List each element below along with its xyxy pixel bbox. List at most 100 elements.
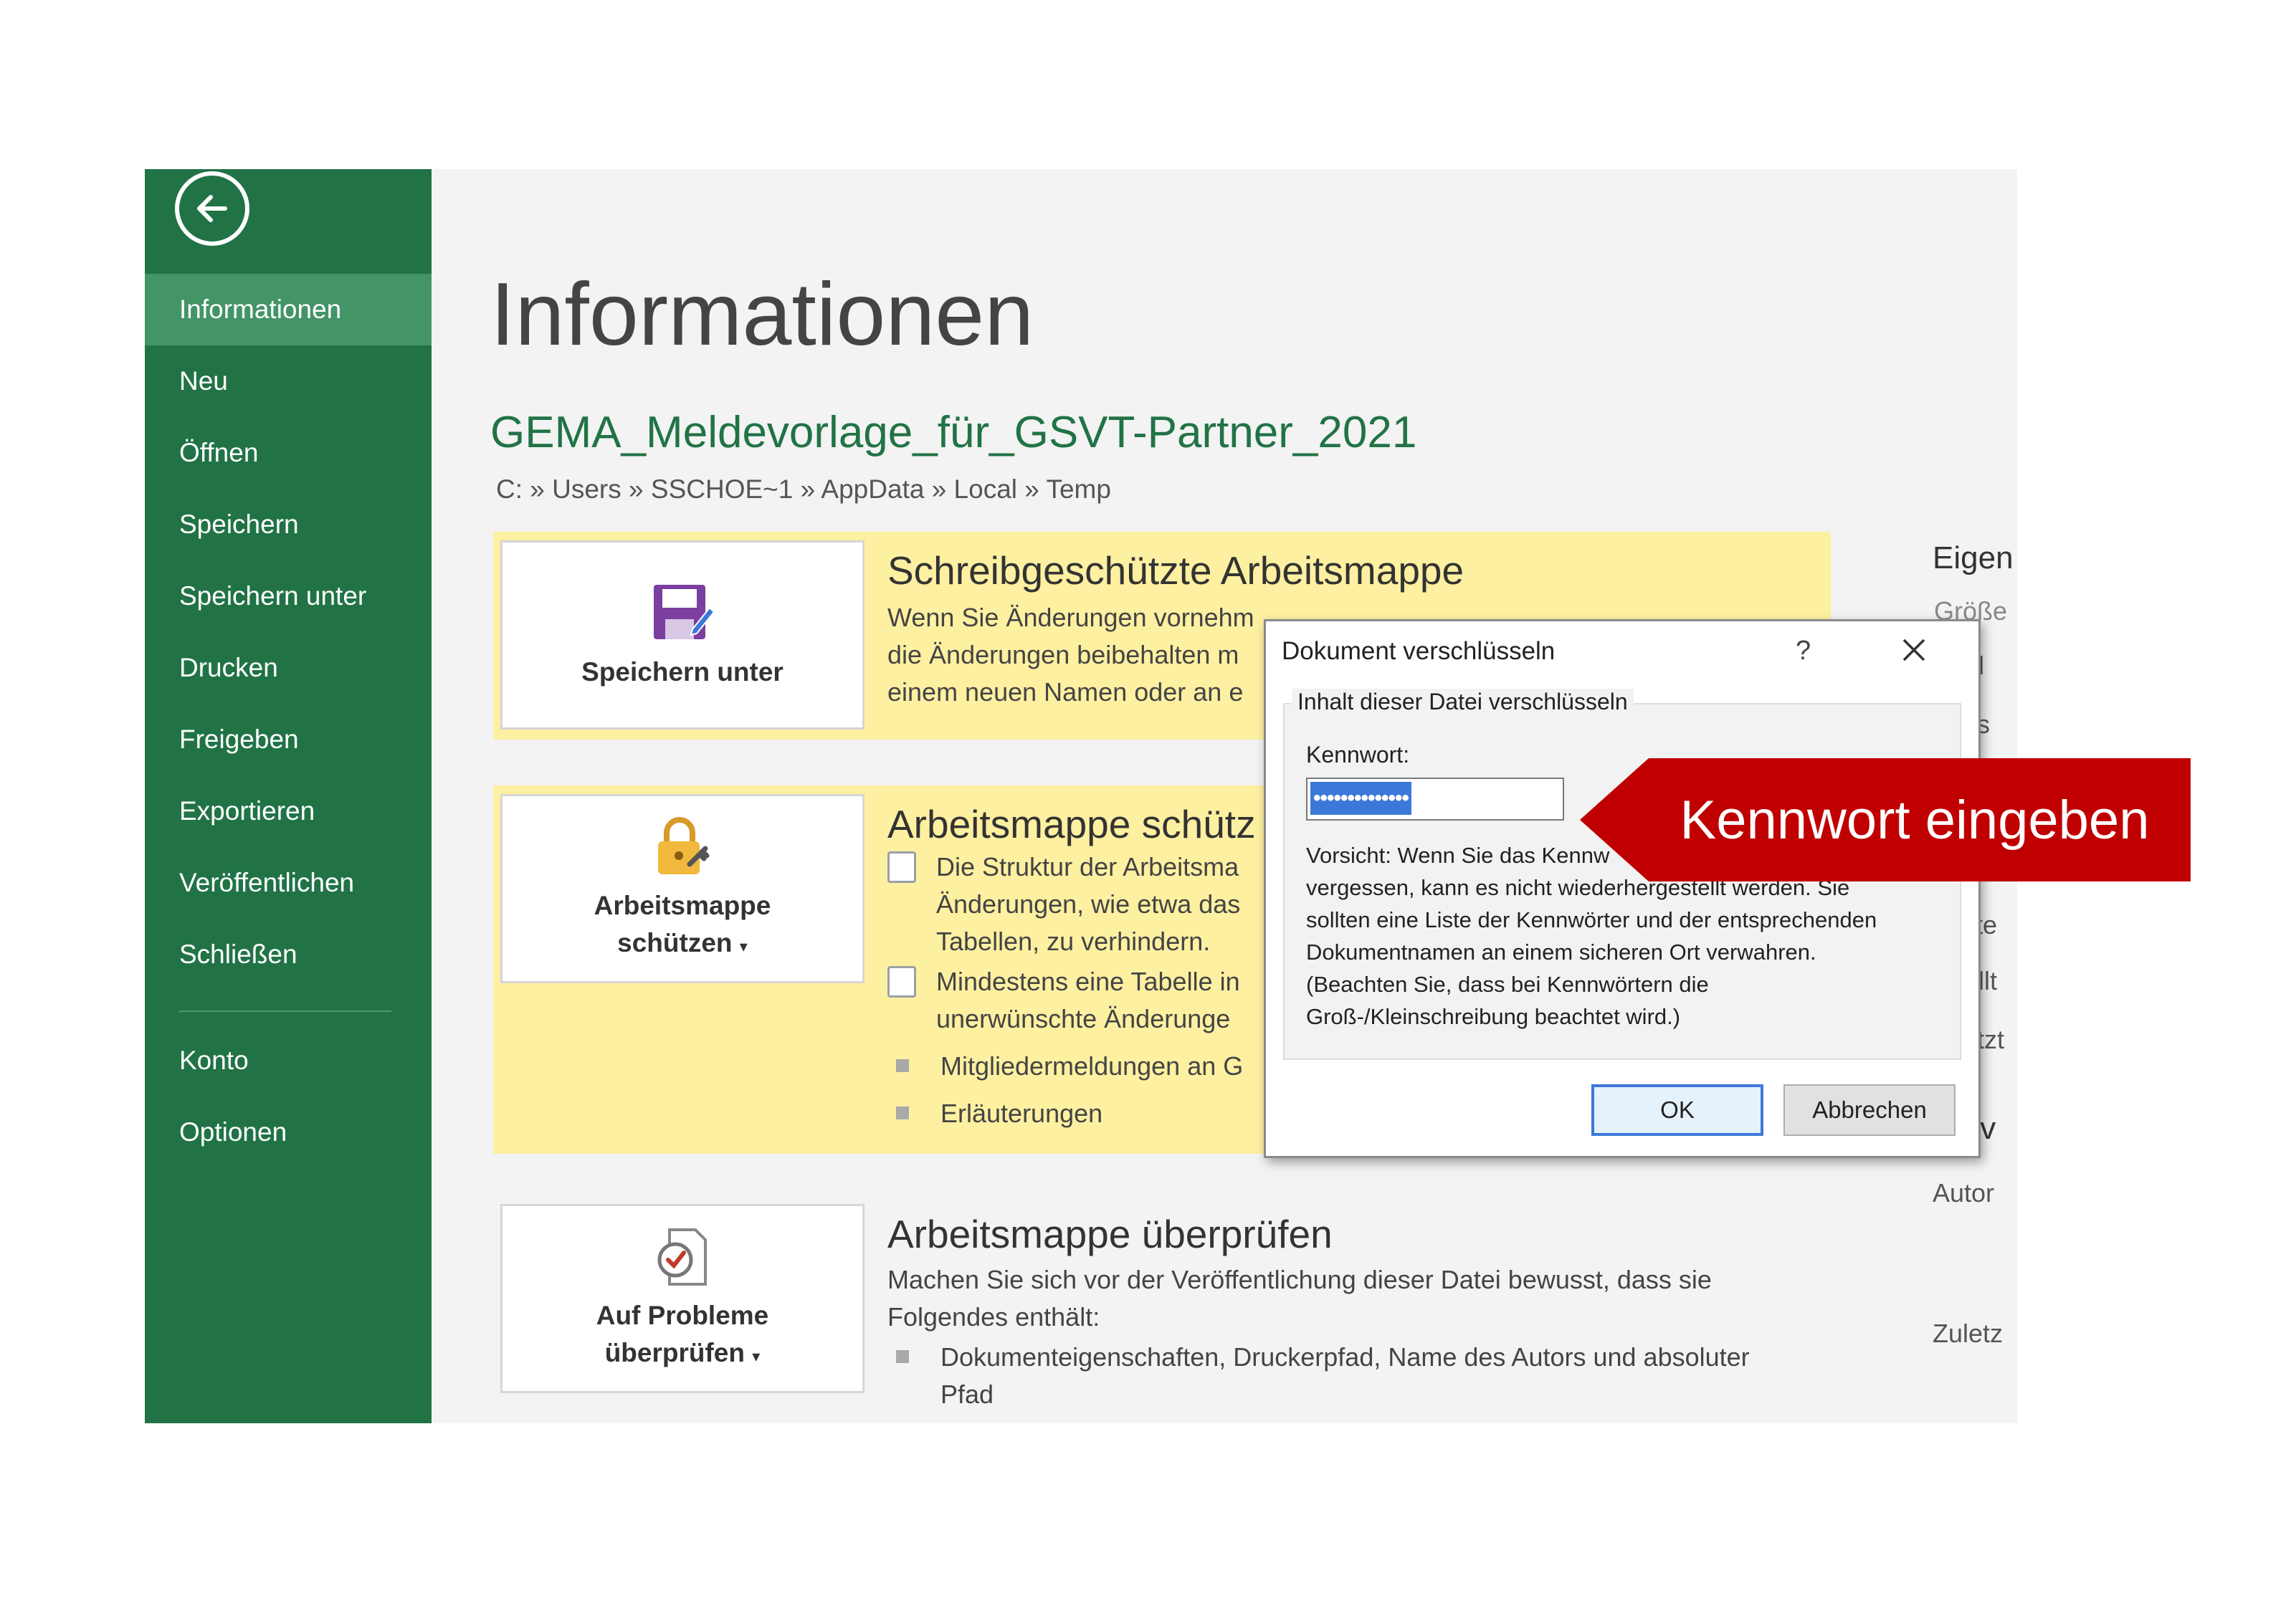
nav-label: Optionen xyxy=(179,1117,287,1147)
inspect-line: Machen Sie sich vor der Veröffentlichung… xyxy=(887,1265,1712,1294)
bullet-line: Pfad xyxy=(940,1380,994,1409)
file-path: C: » Users » SSCHOE~1 » AppData » Local … xyxy=(496,474,1111,504)
nav-informationen[interactable]: Informationen xyxy=(145,274,432,345)
nav-schliessen[interactable]: Schließen xyxy=(145,919,432,990)
nav-label: Veröffentlichen xyxy=(179,868,355,897)
help-button[interactable]: ? xyxy=(1796,636,1811,666)
inspect-heading: Arbeitsmappe überprüfen xyxy=(887,1212,1333,1256)
nav-label: Informationen xyxy=(179,295,342,324)
check-label-text: überprüfen xyxy=(604,1337,745,1367)
bullet-line: Dokumenteigenschaften, Druckerpfad, Name… xyxy=(940,1342,1750,1372)
bullet-line: Änderungen, wie etwa das xyxy=(936,889,1241,919)
lock-key-icon xyxy=(658,816,710,874)
arrow-left-icon xyxy=(197,195,227,222)
protect-bullet: Die Struktur der Arbeitsma Änderungen, w… xyxy=(887,849,1243,960)
password-label: Kennwort: xyxy=(1306,742,1410,768)
check-label-line-2: überprüfen ▾ xyxy=(596,1334,769,1375)
bullet-line: Erläuterungen xyxy=(940,1099,1103,1128)
nav-exportieren[interactable]: Exportieren xyxy=(145,775,432,847)
dropdown-arrow-icon: ▾ xyxy=(739,937,748,955)
protect-plain-bullet: Erläuterungen xyxy=(887,1095,1243,1132)
property-label: Zuletz xyxy=(1933,1319,2004,1348)
backstage-sidebar: Informationen Neu Öffnen Speichern Speic… xyxy=(145,169,432,1423)
protect-bullet-text: Mindestens eine Tabelle in unerwünschte … xyxy=(936,963,1240,1038)
inspect-text: Machen Sie sich vor der Veröffentlichung… xyxy=(887,1261,1750,1413)
protect-plain-bullet: Mitgliedermeldungen an G xyxy=(887,1048,1243,1085)
back-button[interactable] xyxy=(175,171,249,246)
nav-label: Öffnen xyxy=(179,438,259,467)
protect-bullet: Mindestens eine Tabelle in unerwünschte … xyxy=(887,963,1243,1038)
bullet-line: Mitgliedermeldungen an G xyxy=(940,1051,1244,1081)
nav-label: Speichern xyxy=(179,510,299,539)
nav-neu[interactable]: Neu xyxy=(145,345,432,417)
nav-divider xyxy=(179,1010,391,1012)
file-name: GEMA_Meldevorlage_für_GSVT-Partner_2021 xyxy=(490,408,1417,457)
nav-speichern[interactable]: Speichern xyxy=(145,489,432,560)
inspect-bullet: Dokumenteigenschaften, Druckerpfad, Name… xyxy=(887,1339,1750,1413)
bullet-line: Mindestens eine Tabelle in xyxy=(936,967,1240,996)
nav-label: Konto xyxy=(179,1046,249,1075)
page-title: Informationen xyxy=(490,265,1034,364)
group-label: Inhalt dieser Datei verschlüsseln xyxy=(1292,689,1634,715)
nav-oeffnen[interactable]: Öffnen xyxy=(145,417,432,489)
dialog-title: Dokument verschlüsseln xyxy=(1282,637,1556,665)
dropdown-arrow-icon: ▾ xyxy=(752,1347,761,1365)
check-label-line: Auf Probleme xyxy=(596,1300,769,1330)
password-value: •••••••••••••• xyxy=(1310,782,1412,815)
protect-bullet-text: Die Struktur der Arbeitsma Änderungen, w… xyxy=(936,849,1240,960)
warning-line: (Beachten Sie, dass bei Kennwörtern die xyxy=(1306,972,1709,997)
bullet-square xyxy=(896,1350,909,1363)
close-button[interactable] xyxy=(1892,628,1935,671)
nav-label: Speichern unter xyxy=(179,581,367,611)
inspect-document-icon xyxy=(657,1228,707,1286)
close-icon xyxy=(1902,639,1925,661)
nav-label: Drucken xyxy=(179,653,278,682)
password-input[interactable]: •••••••••••••• xyxy=(1306,778,1564,821)
ok-button[interactable]: OK xyxy=(1591,1084,1763,1136)
bullet-line: Tabellen, zu verhindern. xyxy=(936,927,1211,956)
readonly-line: die Änderungen beibehalten m xyxy=(887,640,1239,669)
nav-speichern-unter[interactable]: Speichern unter xyxy=(145,560,432,632)
property-label: Autor xyxy=(1933,1178,1995,1208)
bullet-line: unerwünschte Änderunge xyxy=(936,1004,1231,1033)
readonly-heading: Schreibgeschützte Arbeitsmappe xyxy=(887,548,1464,593)
save-as-icon xyxy=(654,585,715,639)
readonly-line: einem neuen Namen oder an e xyxy=(887,677,1244,707)
callout-text: Kennwort eingeben xyxy=(1680,789,2150,851)
check-issues-label: Auf Probleme überprüfen ▾ xyxy=(596,1297,769,1375)
nav-veroeffentlichen[interactable]: Veröffentlichen xyxy=(145,847,432,919)
bullet-line: Die Struktur der Arbeitsma xyxy=(936,852,1239,881)
properties-heading: Eigen xyxy=(1933,540,2014,575)
sheet-lock-icon xyxy=(887,966,916,998)
nav-konto[interactable]: Konto xyxy=(145,1025,432,1096)
nav-label: Schließen xyxy=(179,940,297,969)
nav-label: Neu xyxy=(179,366,228,396)
warning-line: sollten eine Liste der Kennwörter und de… xyxy=(1306,907,1877,932)
warning-line: Groß-/Kleinschreibung beachtet wird.) xyxy=(1306,1004,1681,1029)
encrypt-dialog: Dokument verschlüsseln ? Inhalt dieser D… xyxy=(1264,619,1981,1158)
protect-label-text: schützen xyxy=(617,927,733,957)
save-as-label: Speichern unter xyxy=(581,657,783,687)
warning-line: Dokumentnamen an einem sicheren Ort verw… xyxy=(1306,940,1816,965)
callout-arrow: Kennwort eingeben xyxy=(1580,758,2191,881)
protect-workbook-button[interactable]: Arbeitsmappe schützen ▾ xyxy=(500,794,864,983)
save-as-button[interactable]: Speichern unter xyxy=(500,540,864,730)
protect-label-line: Arbeitsmappe xyxy=(594,890,771,920)
inspect-bullet-text: Dokumenteigenschaften, Druckerpfad, Name… xyxy=(940,1339,1750,1413)
nav-drucken[interactable]: Drucken xyxy=(145,632,432,704)
protect-heading: Arbeitsmappe schütz xyxy=(887,802,1256,846)
protect-bullets: Die Struktur der Arbeitsma Änderungen, w… xyxy=(887,849,1243,1132)
bullet-square xyxy=(896,1059,909,1072)
bullet-square xyxy=(896,1106,909,1119)
readonly-text: Wenn Sie Änderungen vornehm die Änderung… xyxy=(887,599,1254,711)
check-issues-button[interactable]: Auf Probleme überprüfen ▾ xyxy=(500,1204,864,1393)
sheet-lock-icon xyxy=(887,851,916,883)
nav-freigeben[interactable]: Freigeben xyxy=(145,704,432,775)
readonly-line: Wenn Sie Änderungen vornehm xyxy=(887,603,1254,632)
protect-label-line-2: schützen ▾ xyxy=(594,924,771,965)
inspect-line: Folgendes enthält: xyxy=(887,1302,1100,1332)
nav-label: Freigeben xyxy=(179,725,299,754)
nav-optionen[interactable]: Optionen xyxy=(145,1096,432,1168)
cancel-button[interactable]: Abbrechen xyxy=(1783,1084,1956,1136)
nav-label: Exportieren xyxy=(179,796,315,826)
